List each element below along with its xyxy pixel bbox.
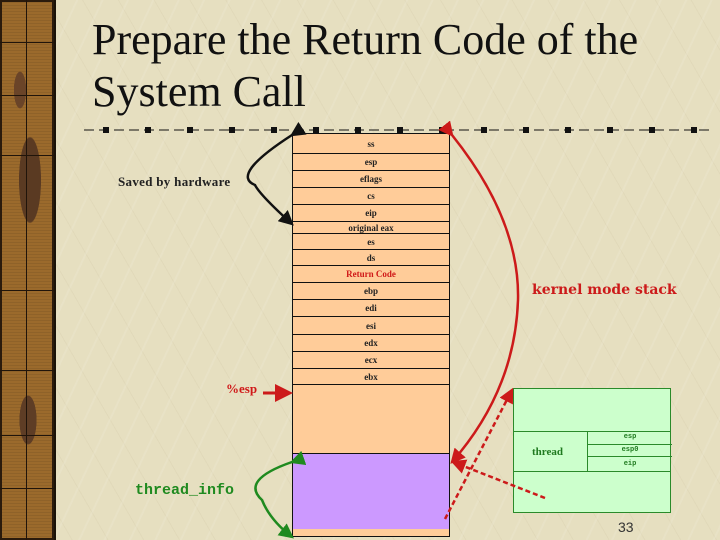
thread-info-region <box>293 454 449 529</box>
side-band-line <box>0 488 54 489</box>
stack-cell: edi <box>293 300 449 317</box>
stack-cell: ecx <box>293 352 449 369</box>
stack-cell: Return Code <box>293 266 449 283</box>
side-band-line <box>0 95 54 96</box>
side-band-line <box>0 370 54 371</box>
thread-struct-box: thread esp esp0 eip <box>513 388 672 513</box>
title-line-2: System Call <box>92 67 306 116</box>
stack-cell: ebx <box>293 369 449 385</box>
divider-dot <box>523 127 529 133</box>
saved-by-hardware-brace <box>246 121 307 226</box>
stack-cell: esp <box>293 154 449 171</box>
divider-dot <box>607 127 613 133</box>
thread-info-brace <box>254 450 307 539</box>
divider-dot <box>691 127 697 133</box>
thread-label: thread <box>532 446 563 458</box>
side-band-line <box>0 42 54 43</box>
stack-cell: ebp <box>293 283 449 300</box>
thread-struct-divider <box>587 444 672 445</box>
stack-cell: es <box>293 234 449 250</box>
divider-dot <box>145 127 151 133</box>
divider-dot <box>271 127 277 133</box>
stack-cell <box>293 385 449 454</box>
kernel-mode-stack-brace <box>438 120 520 464</box>
thread-field-esp0: esp0 <box>621 446 639 454</box>
side-band-line <box>0 155 54 156</box>
thread-struct-divider <box>514 471 670 472</box>
saved-by-hardware-label: Saved by hardware <box>118 174 231 189</box>
divider-dot <box>481 127 487 133</box>
decorative-side-band <box>0 0 56 540</box>
thread-struct-divider <box>587 456 672 457</box>
stack-cell: esi <box>293 317 449 335</box>
thread-field-esp: esp <box>623 433 637 441</box>
page-number: 33 <box>618 519 634 535</box>
stack-cell: original eax <box>293 222 449 234</box>
esp-pointer-label: %esp <box>226 381 258 396</box>
stack-cell: ss <box>293 134 449 154</box>
esp0-field-pointer <box>443 387 514 520</box>
side-band-line <box>26 0 27 540</box>
kernel-mode-stack: ss esp eflags cs eip original eax es ds Return C… <box>292 133 450 537</box>
divider-dot <box>229 127 235 133</box>
stack-cell: ds <box>293 250 449 266</box>
thread-field-eip: eip <box>623 460 637 468</box>
side-band-line <box>0 435 54 436</box>
stack-cell: eflags <box>293 171 449 188</box>
stack-cell: cs <box>293 188 449 205</box>
thread-struct-divider <box>514 431 670 432</box>
kernel-mode-stack-label: kernel mode stack <box>532 282 677 298</box>
title-line-1: Prepare the Return Code of the <box>92 15 639 64</box>
side-band-line <box>0 290 54 291</box>
divider-dot <box>649 127 655 133</box>
divider-dot <box>103 127 109 133</box>
slide-title: Prepare the Return Code of the System Ca… <box>92 14 692 118</box>
divider-dot <box>187 127 193 133</box>
stack-cell: eip <box>293 205 449 222</box>
divider-dot <box>565 127 571 133</box>
stack-cell: edx <box>293 335 449 352</box>
thread-info-label: thread_info <box>135 482 235 499</box>
